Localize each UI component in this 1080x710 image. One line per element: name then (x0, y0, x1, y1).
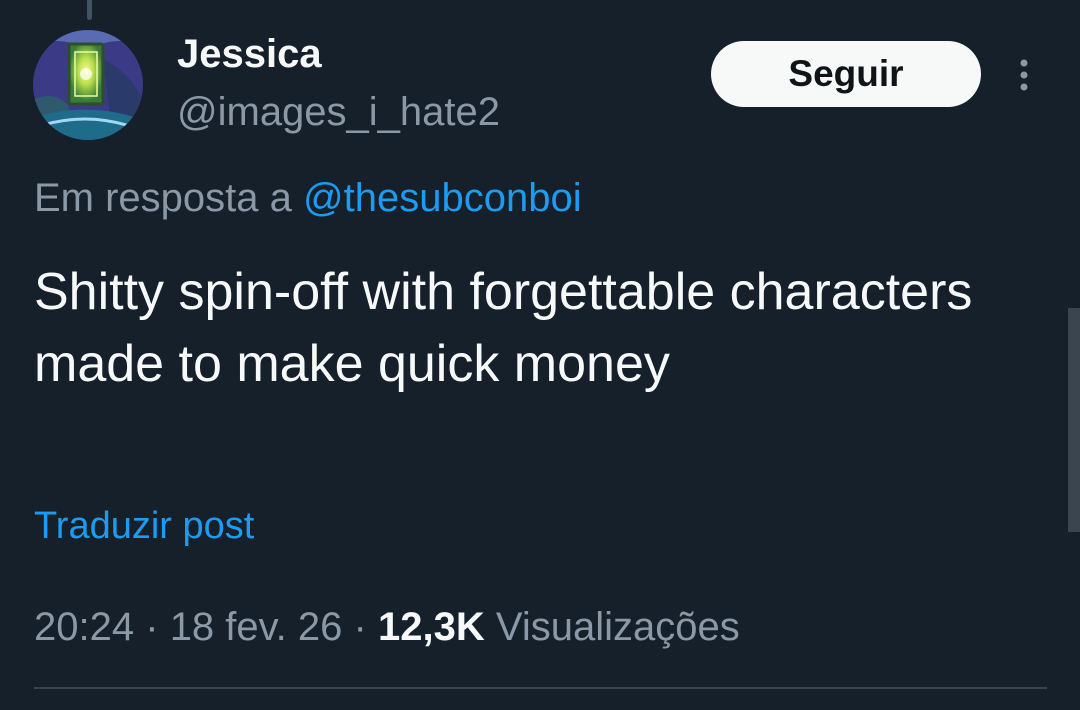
meta-separator: · (145, 605, 159, 649)
tweet-time[interactable]: 20:24 (34, 605, 134, 649)
reply-prefix: Em resposta a (34, 176, 292, 220)
avatar[interactable] (33, 30, 143, 140)
meta-separator: · (353, 605, 367, 649)
author-name[interactable]: Jessica (177, 30, 322, 78)
views-count: 12,3K (377, 605, 485, 649)
tweet-date[interactable]: 18 fev. 26 (170, 605, 343, 649)
scrollbar-thumb[interactable] (1068, 308, 1080, 532)
follow-button[interactable]: Seguir (711, 41, 981, 107)
divider (34, 687, 1047, 689)
avatar-image (33, 30, 143, 140)
views-label: Visualizações (495, 605, 740, 649)
author-handle[interactable]: @images_i_hate2 (177, 86, 500, 138)
tweet-metadata: 20:24 · 18 fev. 26 · 12,3K Visualizações (34, 600, 740, 654)
reply-context: Em resposta a @thesubconboi (34, 172, 582, 224)
thread-connector-line (87, 0, 92, 20)
translate-post-link[interactable]: Traduzir post (34, 502, 254, 550)
more-vertical-icon[interactable] (1008, 55, 1040, 95)
reply-mention-link[interactable]: @thesubconboi (303, 176, 582, 220)
tweet-text: Shitty spin-off with forgettable charact… (34, 263, 973, 393)
